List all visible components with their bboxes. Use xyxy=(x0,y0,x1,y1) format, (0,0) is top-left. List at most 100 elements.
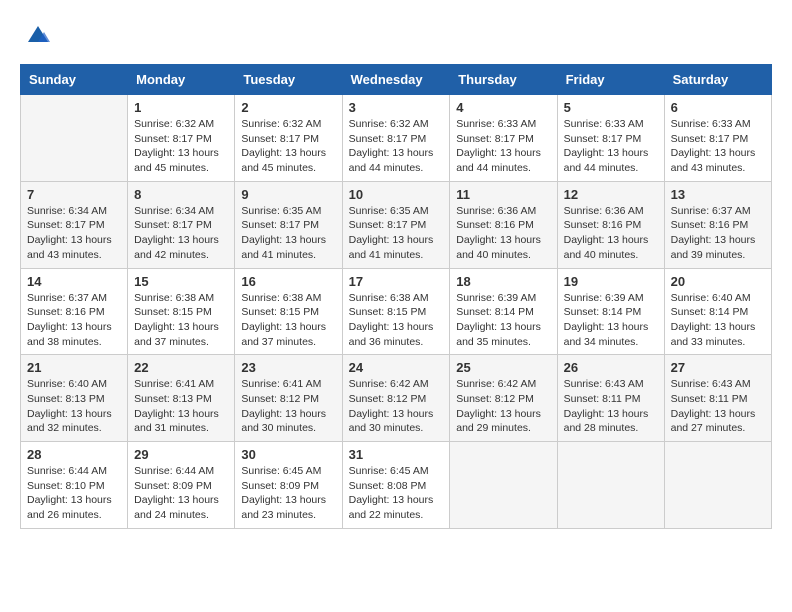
calendar-week-row: 1 Sunrise: 6:32 AMSunset: 8:17 PMDaylight… xyxy=(21,95,772,182)
day-info: Sunrise: 6:41 AMSunset: 8:13 PMDaylight:… xyxy=(134,377,228,436)
day-info: Sunrise: 6:33 AMSunset: 8:17 PMDaylight:… xyxy=(671,117,765,176)
calendar-cell: 27 Sunrise: 6:43 AMSunset: 8:11 PMDayligh… xyxy=(664,355,771,442)
day-info: Sunrise: 6:38 AMSunset: 8:15 PMDaylight:… xyxy=(134,291,228,350)
calendar-cell: 7 Sunrise: 6:34 AMSunset: 8:17 PMDaylight… xyxy=(21,181,128,268)
calendar-cell: 29 Sunrise: 6:44 AMSunset: 8:09 PMDayligh… xyxy=(128,442,235,529)
calendar-cell: 22 Sunrise: 6:41 AMSunset: 8:13 PMDayligh… xyxy=(128,355,235,442)
day-info: Sunrise: 6:42 AMSunset: 8:12 PMDaylight:… xyxy=(349,377,444,436)
day-number: 13 xyxy=(671,187,765,202)
day-number: 17 xyxy=(349,274,444,289)
calendar-week-row: 7 Sunrise: 6:34 AMSunset: 8:17 PMDaylight… xyxy=(21,181,772,268)
day-number: 1 xyxy=(134,100,228,115)
day-info: Sunrise: 6:41 AMSunset: 8:12 PMDaylight:… xyxy=(241,377,335,436)
calendar-cell: 9 Sunrise: 6:35 AMSunset: 8:17 PMDaylight… xyxy=(235,181,342,268)
calendar-cell: 12Sunrise: 6:36 AMSunset: 8:16 PMDayligh… xyxy=(557,181,664,268)
calendar-cell: 8 Sunrise: 6:34 AMSunset: 8:17 PMDaylight… xyxy=(128,181,235,268)
day-info: Sunrise: 6:39 AMSunset: 8:14 PMDaylight:… xyxy=(564,291,658,350)
day-info: Sunrise: 6:38 AMSunset: 8:15 PMDaylight:… xyxy=(349,291,444,350)
day-header-wednesday: Wednesday xyxy=(342,65,450,95)
day-info: Sunrise: 6:43 AMSunset: 8:11 PMDaylight:… xyxy=(564,377,658,436)
day-info: Sunrise: 6:40 AMSunset: 8:14 PMDaylight:… xyxy=(671,291,765,350)
day-header-sunday: Sunday xyxy=(21,65,128,95)
day-info: Sunrise: 6:43 AMSunset: 8:11 PMDaylight:… xyxy=(671,377,765,436)
day-number: 28 xyxy=(27,447,121,462)
calendar-cell: 3Sunrise: 6:32 AMSunset: 8:17 PMDaylight… xyxy=(342,95,450,182)
calendar-week-row: 21 Sunrise: 6:40 AMSunset: 8:13 PMDayligh… xyxy=(21,355,772,442)
day-number: 30 xyxy=(241,447,335,462)
day-number: 25 xyxy=(456,360,550,375)
day-info: Sunrise: 6:37 AMSunset: 8:16 PMDaylight:… xyxy=(27,291,121,350)
day-info: Sunrise: 6:36 AMSunset: 8:16 PMDaylight:… xyxy=(456,204,550,263)
day-info: Sunrise: 6:35 AMSunset: 8:17 PMDaylight:… xyxy=(241,204,335,263)
calendar-table: SundayMondayTuesdayWednesdayThursdayFrid… xyxy=(20,64,772,529)
day-info: Sunrise: 6:34 AMSunset: 8:17 PMDaylight:… xyxy=(27,204,121,263)
day-header-saturday: Saturday xyxy=(664,65,771,95)
day-number: 26 xyxy=(564,360,658,375)
calendar-cell: 21 Sunrise: 6:40 AMSunset: 8:13 PMDayligh… xyxy=(21,355,128,442)
calendar-cell xyxy=(664,442,771,529)
calendar-cell: 23 Sunrise: 6:41 AMSunset: 8:12 PMDayligh… xyxy=(235,355,342,442)
day-number: 9 xyxy=(241,187,335,202)
calendar-cell: 16 Sunrise: 6:38 AMSunset: 8:15 PMDayligh… xyxy=(235,268,342,355)
calendar-cell: 5 Sunrise: 6:33 AMSunset: 8:17 PMDaylight… xyxy=(557,95,664,182)
day-number: 2 xyxy=(241,100,335,115)
day-number: 4 xyxy=(456,100,550,115)
calendar-cell: 1 Sunrise: 6:32 AMSunset: 8:17 PMDaylight… xyxy=(128,95,235,182)
calendar-cell xyxy=(450,442,557,529)
calendar-cell: 28 Sunrise: 6:44 AMSunset: 8:10 PMDayligh… xyxy=(21,442,128,529)
day-info: Sunrise: 6:33 AMSunset: 8:17 PMDaylight:… xyxy=(564,117,658,176)
day-info: Sunrise: 6:38 AMSunset: 8:15 PMDaylight:… xyxy=(241,291,335,350)
day-number: 22 xyxy=(134,360,228,375)
day-info: Sunrise: 6:39 AMSunset: 8:14 PMDaylight:… xyxy=(456,291,550,350)
day-info: Sunrise: 6:32 AMSunset: 8:17 PMDaylight:… xyxy=(134,117,228,176)
logo xyxy=(20,20,52,48)
calendar-cell: 4 Sunrise: 6:33 AMSunset: 8:17 PMDaylight… xyxy=(450,95,557,182)
logo-icon xyxy=(24,20,52,48)
day-info: Sunrise: 6:44 AMSunset: 8:09 PMDaylight:… xyxy=(134,464,228,523)
page-header xyxy=(20,20,772,48)
day-number: 21 xyxy=(27,360,121,375)
day-info: Sunrise: 6:44 AMSunset: 8:10 PMDaylight:… xyxy=(27,464,121,523)
day-number: 14 xyxy=(27,274,121,289)
day-info: Sunrise: 6:42 AMSunset: 8:12 PMDaylight:… xyxy=(456,377,550,436)
day-number: 27 xyxy=(671,360,765,375)
calendar-cell: 13 Sunrise: 6:37 AMSunset: 8:16 PMDayligh… xyxy=(664,181,771,268)
day-number: 5 xyxy=(564,100,658,115)
calendar-cell: 20 Sunrise: 6:40 AMSunset: 8:14 PMDayligh… xyxy=(664,268,771,355)
calendar-week-row: 28 Sunrise: 6:44 AMSunset: 8:10 PMDayligh… xyxy=(21,442,772,529)
day-number: 15 xyxy=(134,274,228,289)
day-info: Sunrise: 6:45 AMSunset: 8:08 PMDaylight:… xyxy=(349,464,444,523)
day-number: 10 xyxy=(349,187,444,202)
calendar-cell: 26 Sunrise: 6:43 AMSunset: 8:11 PMDayligh… xyxy=(557,355,664,442)
calendar-cell: 14 Sunrise: 6:37 AMSunset: 8:16 PMDayligh… xyxy=(21,268,128,355)
day-info: Sunrise: 6:36 AMSunset: 8:16 PMDaylight:… xyxy=(564,204,658,263)
day-number: 8 xyxy=(134,187,228,202)
day-number: 7 xyxy=(27,187,121,202)
calendar-cell: 30 Sunrise: 6:45 AMSunset: 8:09 PMDayligh… xyxy=(235,442,342,529)
day-number: 16 xyxy=(241,274,335,289)
calendar-cell: 2Sunrise: 6:32 AMSunset: 8:17 PMDaylight… xyxy=(235,95,342,182)
day-info: Sunrise: 6:33 AMSunset: 8:17 PMDaylight:… xyxy=(456,117,550,176)
day-info: Sunrise: 6:37 AMSunset: 8:16 PMDaylight:… xyxy=(671,204,765,263)
calendar-cell: 11 Sunrise: 6:36 AMSunset: 8:16 PMDayligh… xyxy=(450,181,557,268)
calendar-cell: 6 Sunrise: 6:33 AMSunset: 8:17 PMDaylight… xyxy=(664,95,771,182)
calendar-header-row: SundayMondayTuesdayWednesdayThursdayFrid… xyxy=(21,65,772,95)
calendar-cell: 24 Sunrise: 6:42 AMSunset: 8:12 PMDayligh… xyxy=(342,355,450,442)
day-number: 18 xyxy=(456,274,550,289)
day-number: 20 xyxy=(671,274,765,289)
day-number: 3 xyxy=(349,100,444,115)
day-number: 24 xyxy=(349,360,444,375)
calendar-cell: 17 Sunrise: 6:38 AMSunset: 8:15 PMDayligh… xyxy=(342,268,450,355)
day-number: 6 xyxy=(671,100,765,115)
calendar-cell xyxy=(557,442,664,529)
day-number: 31 xyxy=(349,447,444,462)
day-number: 19 xyxy=(564,274,658,289)
day-info: Sunrise: 6:40 AMSunset: 8:13 PMDaylight:… xyxy=(27,377,121,436)
day-info: Sunrise: 6:34 AMSunset: 8:17 PMDaylight:… xyxy=(134,204,228,263)
day-info: Sunrise: 6:45 AMSunset: 8:09 PMDaylight:… xyxy=(241,464,335,523)
day-number: 11 xyxy=(456,187,550,202)
calendar-cell: 10 Sunrise: 6:35 AMSunset: 8:17 PMDayligh… xyxy=(342,181,450,268)
day-number: 23 xyxy=(241,360,335,375)
day-number: 29 xyxy=(134,447,228,462)
day-info: Sunrise: 6:35 AMSunset: 8:17 PMDaylight:… xyxy=(349,204,444,263)
